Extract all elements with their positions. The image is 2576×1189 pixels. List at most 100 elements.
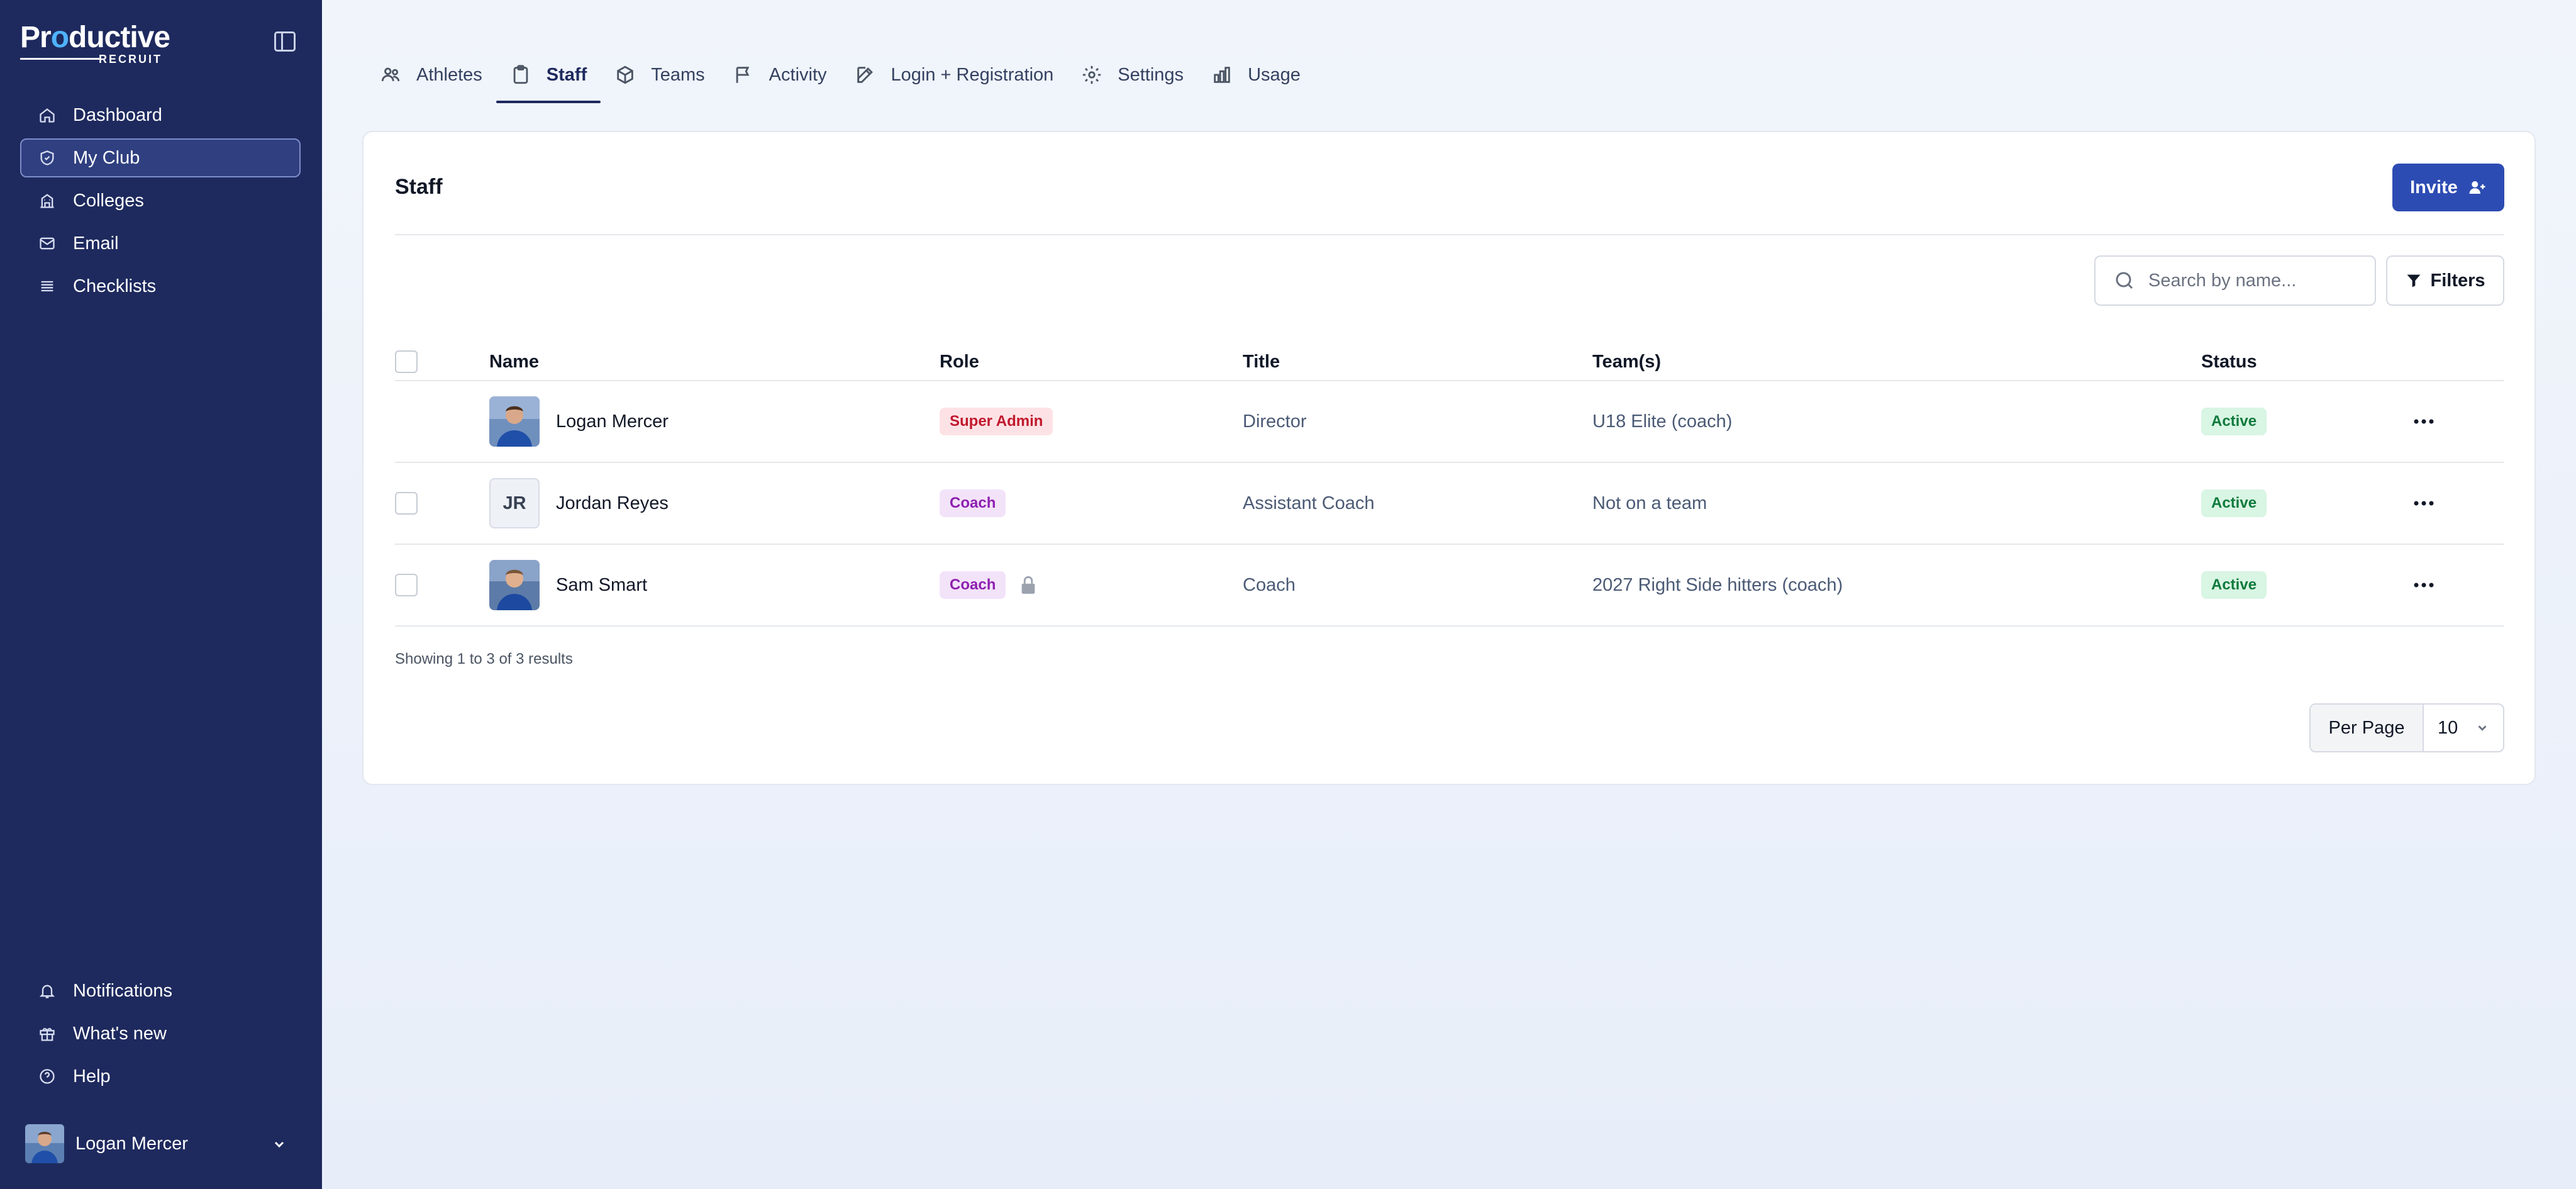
per-page-label: Per Page	[2311, 705, 2424, 751]
divider	[395, 234, 2504, 235]
cube-icon	[617, 65, 633, 84]
status-cell: Active	[2201, 408, 2267, 435]
tab-usage[interactable]: Usage	[1197, 55, 1314, 94]
column-header-role[interactable]: Role	[940, 352, 979, 372]
role-cell: Coach	[940, 489, 1006, 517]
sidebar-nav: Dashboard My Club Colleges Email Checkli…	[20, 96, 301, 310]
staff-name[interactable]: Sam Smart	[556, 575, 647, 596]
lock-icon	[1019, 576, 1037, 594]
logo-text-1: Pr	[20, 21, 52, 54]
chevron-down-icon	[2478, 725, 2487, 731]
avatar	[25, 1124, 64, 1163]
row-checkbox[interactable]	[395, 492, 418, 515]
table-row[interactable]: Sam Smart Coach Coach 2027 Right Side hi…	[395, 545, 2504, 627]
pencil-icon	[857, 67, 873, 83]
user-menu[interactable]: Logan Mercer	[25, 1124, 289, 1164]
column-header-title[interactable]: Title	[1243, 352, 1280, 372]
shield-icon	[38, 148, 57, 167]
title-cell: Director	[1243, 411, 1307, 432]
logo[interactable]: Productive RECRUIT	[20, 23, 171, 65]
tab-label: Activity	[769, 64, 827, 85]
logo-wordmark: Productive	[20, 23, 171, 53]
users-icon	[381, 67, 400, 82]
name-cell: Sam Smart	[489, 560, 647, 610]
avatar	[489, 396, 540, 447]
title-cell: Assistant Coach	[1243, 493, 1375, 513]
logo-text-2: ductive	[69, 21, 170, 54]
filters-button-label: Filters	[2430, 270, 2485, 291]
page-title: Staff	[395, 175, 443, 199]
search-input[interactable]	[2148, 270, 2362, 291]
role-badge: Coach	[940, 489, 1006, 517]
per-page-value[interactable]: 10	[2424, 705, 2503, 751]
clipboard-icon	[513, 65, 528, 84]
staff-name[interactable]: Logan Mercer	[556, 411, 669, 432]
column-header-teams[interactable]: Team(s)	[1592, 352, 1661, 372]
role-badge: Super Admin	[940, 408, 1053, 435]
row-actions-icon[interactable]	[2411, 418, 2436, 425]
home-icon	[38, 106, 57, 125]
tab-label: Usage	[1248, 64, 1301, 85]
sidebar-item-label: Dashboard	[73, 104, 162, 125]
row-actions-icon[interactable]	[2411, 500, 2436, 507]
user-plus-icon	[2469, 181, 2485, 194]
status-badge: Active	[2201, 489, 2267, 517]
sidebar-item-my-club[interactable]: My Club	[20, 138, 301, 177]
select-all-checkbox[interactable]	[395, 350, 418, 373]
table-row[interactable]: Logan Mercer Super Admin Director U18 El…	[395, 381, 2504, 463]
filter-icon	[2407, 274, 2421, 287]
teams-cell: Not on a team	[1592, 493, 1707, 513]
status-cell: Active	[2201, 571, 2267, 599]
column-header-status[interactable]: Status	[2201, 352, 2257, 372]
sidebar-item-colleges[interactable]: Colleges	[20, 181, 301, 220]
title-cell: Coach	[1243, 574, 1296, 595]
tab-teams[interactable]: Teams	[601, 55, 718, 94]
sidebar-item-help[interactable]: Help	[20, 1057, 301, 1096]
tab-settings[interactable]: Settings	[1067, 55, 1197, 94]
pagination-summary: Showing 1 to 3 of 3 results	[395, 650, 573, 667]
teams-cell: 2027 Right Side hitters (coach)	[1592, 574, 1843, 595]
sidebar-item-label: Checklists	[73, 276, 157, 296]
help-icon	[38, 1067, 57, 1086]
mail-icon	[38, 234, 57, 253]
invite-button[interactable]: Invite	[2392, 164, 2504, 211]
row-checkbox[interactable]	[395, 574, 418, 596]
sidebar-item-email[interactable]: Email	[20, 224, 301, 263]
sidebar-collapse-icon[interactable]	[274, 31, 296, 52]
table-header: Name Role Title Team(s) Status	[395, 343, 2504, 381]
club-tabs: Athletes Staff Teams Activity Login + Re…	[366, 55, 1314, 111]
tab-activity[interactable]: Activity	[719, 55, 841, 94]
gift-icon	[38, 1024, 57, 1043]
search-icon	[2116, 272, 2133, 289]
logo-text-dot: o	[50, 21, 69, 54]
building-icon	[38, 191, 57, 210]
row-actions-icon[interactable]	[2411, 581, 2436, 589]
staff-card: Staff Invite Filters Name Role Title Tea…	[362, 131, 2536, 785]
column-header-name[interactable]: Name	[489, 352, 539, 372]
tab-athletes[interactable]: Athletes	[366, 55, 496, 94]
teams-cell: U18 Elite (coach)	[1592, 411, 1733, 432]
filters-button[interactable]: Filters	[2386, 255, 2504, 306]
sidebar: Productive RECRUIT Dashboard My Club Col…	[0, 0, 322, 1189]
gear-icon	[1083, 65, 1101, 84]
sidebar-item-label: My Club	[73, 147, 140, 168]
tab-label: Settings	[1118, 64, 1184, 85]
sidebar-item-checklists[interactable]: Checklists	[20, 267, 301, 306]
per-page-select[interactable]: Per Page 10	[2309, 703, 2504, 752]
list-icon	[38, 277, 57, 296]
sidebar-item-whats-new[interactable]: What's new	[20, 1014, 301, 1053]
staff-name[interactable]: Jordan Reyes	[556, 493, 669, 514]
avatar-initials: JR	[489, 478, 540, 528]
tab-login-registration[interactable]: Login + Registration	[841, 55, 1068, 94]
name-cell: Logan Mercer	[489, 396, 669, 447]
bell-icon	[38, 981, 57, 1000]
sidebar-item-dashboard[interactable]: Dashboard	[20, 96, 301, 135]
table-row[interactable]: JR Jordan Reyes Coach Assistant Coach No…	[395, 463, 2504, 545]
sidebar-item-notifications[interactable]: Notifications	[20, 971, 301, 1010]
status-cell: Active	[2201, 489, 2267, 517]
search-field[interactable]	[2094, 255, 2376, 306]
sidebar-item-label: Colleges	[73, 190, 144, 211]
tab-staff[interactable]: Staff	[496, 55, 601, 103]
role-badge: Coach	[940, 571, 1006, 599]
status-badge: Active	[2201, 571, 2267, 599]
